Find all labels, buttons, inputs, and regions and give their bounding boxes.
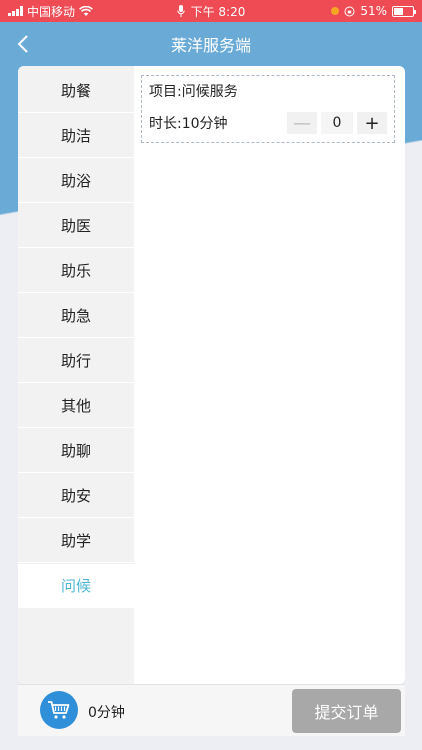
submit-order-button[interactable]: 提交订单 [292, 689, 401, 733]
sidebar-item-label: 其他 [60, 397, 91, 415]
battery-percent: 51% [360, 4, 387, 18]
increase-button[interactable]: + [357, 112, 387, 134]
page-title: 莱洋服务端 [170, 36, 251, 55]
cart-icon[interactable] [40, 691, 78, 729]
total-duration: 0分钟 [88, 705, 125, 721]
sidebar-item-meal[interactable]: 助餐 [18, 69, 134, 113]
sidebar-item-mobility[interactable]: 助行 [18, 339, 134, 383]
project-name: 项目:问候服务 [149, 84, 238, 100]
quantity-stepper: — 0 + [287, 112, 387, 134]
status-bar: 中国移动 下午 8:20 51% [0, 0, 422, 22]
category-sidebar: 助餐 助洁 助浴 助医 助乐 助急 助行 其他 助聊 助安 助学 问候 [18, 66, 134, 684]
signal-icon [8, 6, 23, 16]
nav-bar: 莱洋服务端 [0, 22, 422, 66]
status-time: 下午 8:20 [190, 4, 246, 19]
decrease-button[interactable]: — [287, 112, 317, 134]
sidebar-item-label: 助医 [60, 217, 91, 235]
microphone-icon [176, 5, 185, 17]
sidebar-item-label: 问候 [60, 577, 91, 595]
back-arrow-icon[interactable] [16, 34, 30, 54]
service-card: 助餐 助洁 助浴 助医 助乐 助急 助行 其他 助聊 助安 助学 问候 项目:问… [18, 66, 405, 684]
sidebar-item-cleaning[interactable]: 助洁 [18, 114, 134, 158]
sidebar-item-label: 助乐 [60, 262, 91, 280]
wifi-icon [79, 5, 93, 16]
sidebar-item-learning[interactable]: 助学 [18, 519, 134, 563]
sidebar-item-entertainment[interactable]: 助乐 [18, 249, 134, 293]
sidebar-item-label: 助行 [60, 352, 91, 370]
sidebar-item-label: 助餐 [60, 82, 91, 100]
sidebar-item-label: 助安 [60, 487, 91, 505]
sidebar-item-chat[interactable]: 助聊 [18, 429, 134, 473]
sidebar-item-label: 助急 [60, 307, 91, 325]
battery-icon [392, 5, 416, 17]
sidebar-item-label: 助学 [60, 532, 91, 550]
sidebar-item-safety[interactable]: 助安 [18, 474, 134, 518]
sidebar-item-greeting[interactable]: 问候 [18, 564, 134, 608]
recording-dot-icon [331, 7, 340, 15]
duration-label: 时长:10分钟 [149, 116, 228, 132]
quantity-value: 0 [321, 112, 353, 134]
bottom-bar: 0分钟 提交订单 [18, 684, 405, 736]
service-item: 项目:问候服务 时长:10分钟 — 0 + [141, 75, 395, 143]
sidebar-item-label: 助洁 [60, 127, 91, 145]
sidebar-item-bathing[interactable]: 助浴 [18, 159, 134, 203]
sidebar-item-other[interactable]: 其他 [18, 384, 134, 428]
carrier-name: 中国移动 [27, 4, 76, 19]
sidebar-item-emergency[interactable]: 助急 [18, 294, 134, 338]
sidebar-item-medical[interactable]: 助医 [18, 204, 134, 248]
sidebar-item-label: 助聊 [60, 442, 91, 460]
orientation-lock-icon [344, 6, 355, 16]
sidebar-item-label: 助浴 [60, 172, 91, 190]
